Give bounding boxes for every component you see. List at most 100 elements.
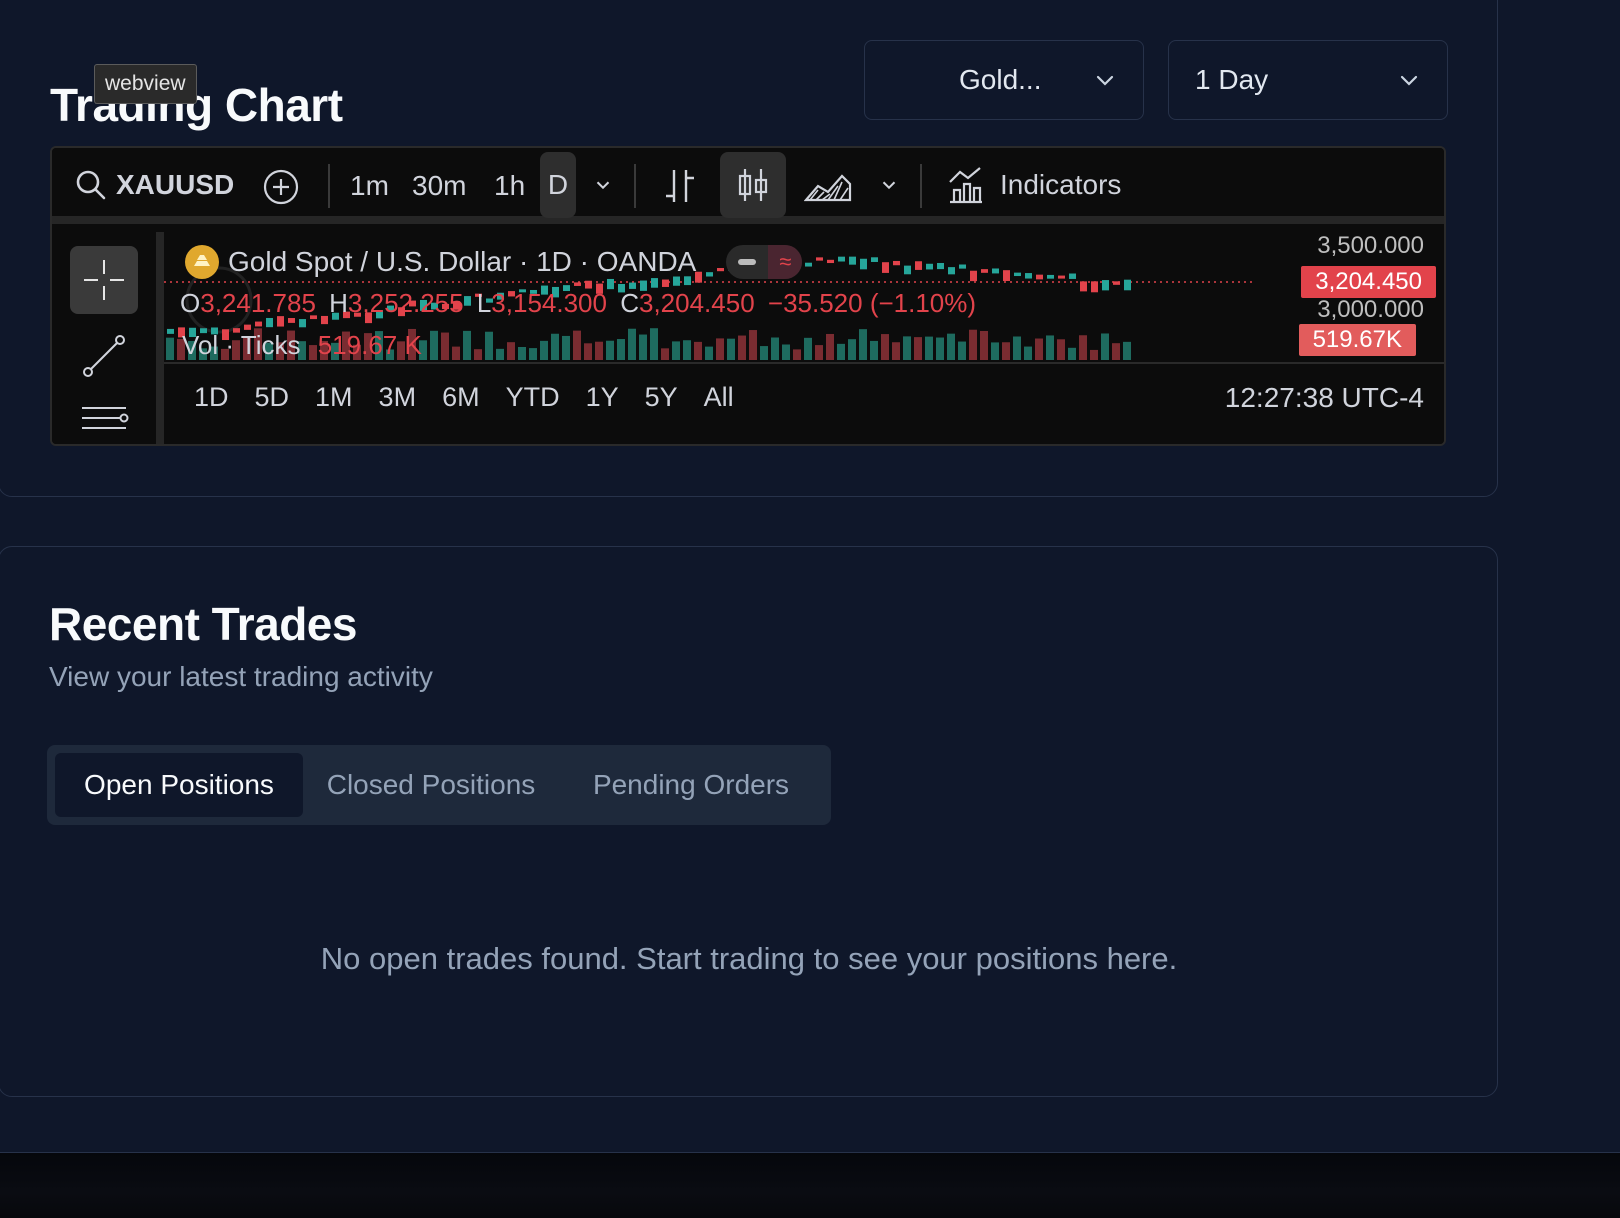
candle <box>860 258 867 270</box>
recent-trades-subtitle: View your latest trading activity <box>49 661 433 692</box>
instrument-legend: Gold Spot / U.S. Dollar · 1D · OANDA ≈ <box>184 244 803 280</box>
volume-bar <box>1079 335 1087 360</box>
interval-30m[interactable]: 30m <box>412 170 466 202</box>
chart-toolbar: XAUUSD 1m 30m 1h D Indicators <box>52 148 1444 224</box>
volume-bar <box>562 335 570 360</box>
volume-bar <box>881 334 889 360</box>
legend-toggle[interactable]: ≈ <box>726 245 803 279</box>
candle <box>1080 281 1087 292</box>
search-icon <box>76 170 106 200</box>
volume-bar <box>463 330 471 360</box>
tradingview-widget[interactable]: XAUUSD 1m 30m 1h D Indicators Gold Spot … <box>50 146 1446 446</box>
crosshair-tool[interactable] <box>70 246 138 314</box>
asset-select[interactable]: Gold... <box>864 40 1144 120</box>
range-ytd[interactable]: YTD <box>506 382 560 413</box>
trend-line-icon[interactable] <box>80 332 128 380</box>
volume-bar <box>1068 347 1076 360</box>
volume-bar <box>903 336 911 360</box>
indicators-icon <box>949 167 982 204</box>
close-value: 3,204.450 <box>638 288 755 318</box>
volume-label: Vol · Ticks <box>182 330 301 360</box>
candle <box>1058 275 1065 279</box>
volume-bar <box>639 334 647 360</box>
open-value: 3,241.785 <box>200 288 316 318</box>
tab-pending-orders[interactable]: Pending Orders <box>559 753 823 817</box>
chevron-down-icon[interactable] <box>592 174 614 196</box>
volume-bar <box>430 330 438 360</box>
candle <box>167 328 174 334</box>
volume-legend: Vol · Ticks 519.67 K <box>182 330 422 361</box>
symbol-label: XAUUSD <box>116 169 235 200</box>
volume-bar <box>1013 336 1021 360</box>
indicators-button[interactable]: Indicators <box>946 164 1121 206</box>
candle <box>1014 272 1021 277</box>
volume-bar <box>727 338 735 360</box>
compare-add-icon[interactable] <box>262 168 300 206</box>
candle <box>970 270 977 282</box>
candle <box>1003 270 1010 281</box>
volume-bar <box>573 330 581 360</box>
chevron-down-icon <box>1400 75 1418 86</box>
volume-bar <box>782 344 790 360</box>
timeframe-select-value: 1 Day <box>1195 64 1269 95</box>
volume-bar <box>551 333 559 360</box>
crosshair-icon <box>84 260 124 300</box>
volume-bar <box>1057 339 1065 360</box>
collapse-icon <box>738 259 757 265</box>
range-1d[interactable]: 1D <box>194 382 229 413</box>
tab-open-positions[interactable]: Open Positions <box>55 753 303 817</box>
volume-bar <box>936 337 944 360</box>
fib-tool-icon[interactable] <box>80 402 130 442</box>
volume-bar <box>925 336 933 360</box>
volume-bar <box>672 341 680 360</box>
interval-1m[interactable]: 1m <box>350 170 389 202</box>
interval-1h[interactable]: 1h <box>494 170 525 202</box>
volume-bar <box>518 346 526 360</box>
range-5y[interactable]: 5Y <box>645 382 678 413</box>
trades-tabs: Open Positions Closed Positions Pending … <box>47 745 831 825</box>
candle <box>893 260 900 266</box>
chevron-down-icon[interactable] <box>878 174 900 196</box>
toolbar-divider <box>634 164 636 208</box>
volume-bar <box>859 329 867 360</box>
volume-bar <box>496 348 504 360</box>
timeframe-select[interactable]: 1 Day <box>1168 40 1448 120</box>
range-3m[interactable]: 3M <box>379 382 417 413</box>
recent-trades-card: Recent Trades View your latest trading a… <box>0 546 1498 1097</box>
candle <box>1124 279 1131 291</box>
volume-bar <box>793 349 801 360</box>
range-all[interactable]: All <box>704 382 734 413</box>
volume-value: 519.67 K <box>317 330 422 360</box>
chart-plot-area[interactable]: Gold Spot / U.S. Dollar · 1D · OANDA ≈ O… <box>164 232 1444 444</box>
symbol-search[interactable]: XAUUSD <box>74 168 234 202</box>
volume-bar <box>617 339 625 360</box>
volume-bar <box>771 337 779 360</box>
range-1m[interactable]: 1M <box>315 382 353 413</box>
low-value: 3,154.300 <box>491 288 607 318</box>
webview-tooltip: webview <box>94 64 197 104</box>
volume-bar <box>705 346 713 360</box>
area-chart-icon[interactable] <box>804 166 852 206</box>
volume-bar <box>947 333 955 360</box>
candle <box>805 262 812 267</box>
candle <box>1102 280 1109 291</box>
candle <box>981 269 988 273</box>
candle <box>1036 274 1043 280</box>
tab-closed-positions[interactable]: Closed Positions <box>309 753 553 817</box>
open-label: O <box>180 288 201 318</box>
volume-bar <box>166 337 174 360</box>
range-1y[interactable]: 1Y <box>586 382 619 413</box>
bar-chart-type-icon[interactable] <box>662 166 698 206</box>
interval-d[interactable]: D <box>540 152 576 218</box>
change-value: −35.520 (−1.10%) <box>767 288 977 318</box>
candle <box>299 319 306 328</box>
range-5d[interactable]: 5D <box>255 382 290 413</box>
range-6m[interactable]: 6M <box>442 382 480 413</box>
candles-chart-type-button[interactable] <box>720 152 786 218</box>
volume-bar <box>958 341 966 360</box>
volume-bar <box>991 342 999 360</box>
high-value: 3,252.255 <box>347 288 464 318</box>
volume-bar <box>815 345 823 360</box>
footer-strip <box>0 1152 1620 1218</box>
volume-bar <box>540 340 548 360</box>
